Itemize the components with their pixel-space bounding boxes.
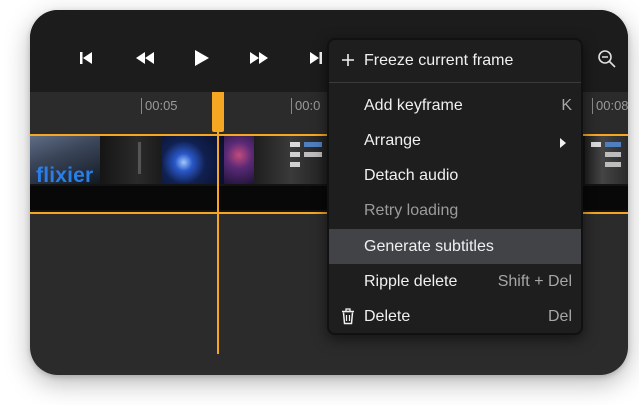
clip-thumbnail [100, 136, 162, 184]
video-editor-window: 00:05 00:0 00:08 flixier Freeze current … [30, 10, 628, 375]
brand-watermark: flixier [36, 164, 94, 187]
menu-divider [329, 82, 581, 83]
menu-item-shortcut: Shift + Del [497, 272, 572, 290]
menu-item-label: Freeze current frame [364, 51, 514, 69]
submenu-arrow-icon [559, 135, 567, 153]
menu-item-add-keyframe[interactable]: Add keyframe K [329, 88, 581, 123]
skip-forward-icon[interactable] [302, 44, 330, 72]
ruler-tick-label: 00:0 [291, 98, 320, 114]
clip-thumbnail [224, 136, 254, 184]
ruler-tick-label: 00:08 [592, 98, 628, 114]
menu-item-label: Detach audio [364, 166, 459, 184]
clip-thumbnail [254, 136, 328, 184]
clip-thumbnail [585, 136, 628, 184]
zoom-out-icon[interactable] [596, 48, 618, 70]
ruler-tick-label: 00:05 [141, 98, 178, 114]
plus-icon [340, 52, 357, 69]
trash-icon [340, 308, 357, 325]
menu-item-ripple-delete[interactable]: Ripple delete Shift + Del [329, 264, 581, 299]
menu-item-freeze-frame[interactable]: Freeze current frame [329, 43, 581, 78]
playhead-line [217, 92, 219, 354]
clip-thumbnail: flixier [30, 136, 100, 187]
menu-item-label: Delete [364, 307, 411, 325]
menu-item-delete[interactable]: Delete Del [329, 299, 581, 333]
menu-item-detach-audio[interactable]: Detach audio [329, 158, 581, 193]
rewind-icon[interactable] [131, 44, 159, 72]
menu-item-shortcut: Del [547, 307, 572, 325]
fast-forward-icon[interactable] [245, 44, 273, 72]
skip-back-icon[interactable] [72, 44, 100, 72]
clip-context-menu: Freeze current frame Add keyframe K Arra… [327, 38, 583, 335]
menu-item-shortcut: K [561, 96, 572, 114]
play-icon[interactable] [187, 44, 215, 72]
menu-item-generate-subtitles[interactable]: Generate subtitles [329, 229, 581, 264]
menu-item-label: Ripple delete [364, 272, 458, 290]
menu-item-label: Arrange [364, 131, 421, 149]
menu-item-retry-loading[interactable]: Retry loading [329, 193, 581, 228]
menu-item-arrange[interactable]: Arrange [329, 123, 581, 158]
menu-item-label: Add keyframe [364, 96, 463, 114]
menu-item-label: Generate subtitles [364, 237, 494, 255]
clip-thumbnail [162, 136, 224, 184]
menu-item-label: Retry loading [364, 201, 459, 219]
